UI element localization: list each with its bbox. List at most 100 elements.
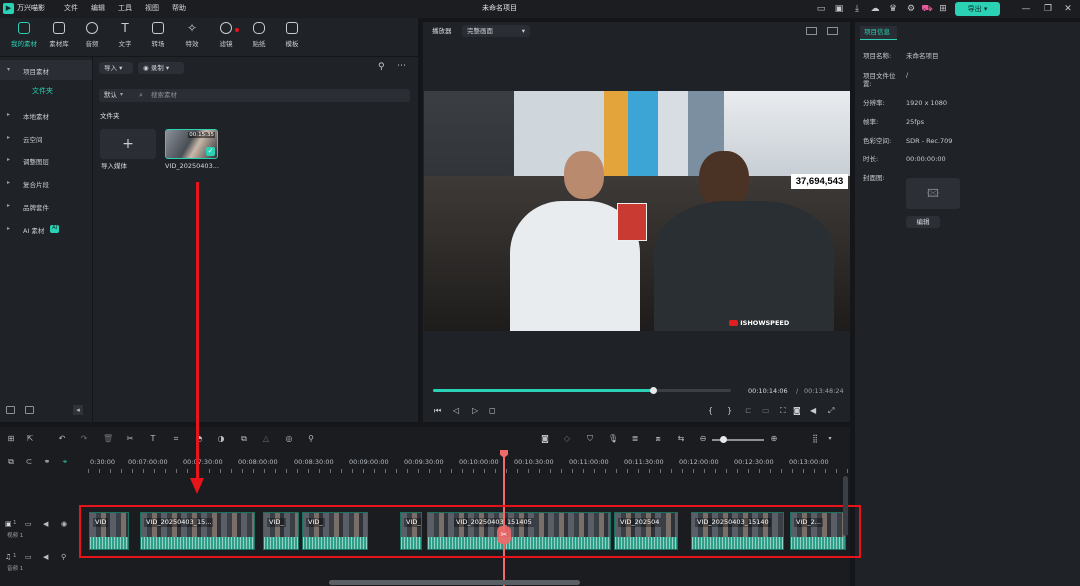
image-icon[interactable]: ▣ — [833, 3, 845, 15]
picture-in-picture-icon[interactable]: ⧈ — [653, 434, 663, 444]
crown-icon[interactable]: ♛ — [887, 3, 899, 15]
import-media-button[interactable]: + — [100, 129, 156, 159]
select-mode-icon[interactable]: ⊞ — [6, 434, 16, 444]
compare-view-icon[interactable] — [806, 27, 817, 35]
collapse-panel-icon[interactable]: ◂ — [73, 405, 83, 415]
ai-tool-icon[interactable]: ◎ — [284, 434, 294, 444]
sidebar-item-project-media[interactable]: ▾ 项目素材 — [0, 60, 92, 80]
volume-icon[interactable]: ◀ — [810, 407, 816, 415]
sidebar-item-cloud[interactable]: ▸ 云空间 — [0, 128, 92, 148]
camera-icon[interactable]: ◙ — [793, 407, 801, 415]
sidebar-item-adjustment[interactable]: ▸ 调整图层 — [0, 150, 92, 170]
cloud-icon[interactable]: ☁ — [869, 3, 881, 15]
insert-icon[interactable]: ⊏ — [745, 407, 752, 415]
zoom-out-icon[interactable]: ⊖ — [698, 434, 708, 444]
track-folder-icon[interactable]: ▭ — [25, 521, 32, 528]
settings-icon[interactable]: ⚙ — [905, 3, 917, 15]
tool-library[interactable]: 素材库 — [45, 22, 73, 54]
replace-icon[interactable]: ⇆ — [676, 434, 686, 444]
sidebar-item-ai[interactable]: ▸ AI 素材 — [0, 219, 92, 239]
track-folder-icon[interactable]: ▭ — [25, 554, 32, 561]
menu-tools[interactable]: 工具 — [118, 5, 132, 12]
sidebar-item-compound[interactable]: ▸ 复合片段 — [0, 173, 92, 193]
render-icon[interactable]: ◙ — [540, 434, 550, 444]
split-icon[interactable]: ✂ — [125, 434, 135, 444]
pointer-icon[interactable]: ⇱ — [25, 434, 35, 444]
new-folder-icon[interactable] — [6, 406, 15, 414]
redo-icon[interactable]: ↷ — [79, 434, 89, 444]
download-icon[interactable]: ⤓ — [851, 3, 863, 15]
microphone-icon[interactable]: 🎙 — [608, 434, 618, 444]
chevron-down-icon[interactable]: ▾ — [825, 434, 835, 444]
more-options-icon[interactable]: ⋯ — [397, 62, 406, 71]
tool-my-media[interactable]: 我的素材 — [10, 22, 38, 54]
grid-icon[interactable]: ⊞ — [937, 3, 949, 15]
snap-icon[interactable]: ⌖ — [60, 457, 70, 467]
sort-dropdown[interactable]: 默认 — [104, 92, 117, 99]
cover-image-placeholder[interactable]: 🖾 — [906, 178, 960, 209]
minimize-icon[interactable]: — — [1020, 3, 1032, 15]
export-button[interactable]: 导出 ▾ — [955, 2, 1000, 16]
filter-icon[interactable]: ⚲ — [378, 63, 385, 72]
mark-icon[interactable]: ◇ — [562, 434, 572, 444]
menu-help[interactable]: 帮助 — [172, 5, 186, 12]
display-icon[interactable]: ▭ — [762, 407, 770, 415]
mask-icon[interactable]: △ — [261, 434, 271, 444]
media-clip-thumbnail[interactable]: 00:15:35 ✓ — [165, 129, 218, 159]
color-icon[interactable]: ◑ — [216, 434, 226, 444]
layout-grid-icon[interactable]: ⣿ — [810, 434, 820, 444]
mark-out-icon[interactable]: } — [727, 407, 732, 415]
record-dropdown[interactable]: ◉ 录制 ▾ — [138, 62, 184, 74]
stop-icon[interactable]: ◻ — [489, 407, 496, 415]
link-clips-icon[interactable]: ⚭ — [42, 457, 52, 467]
maximize-icon[interactable]: ❐ — [1042, 3, 1054, 15]
track-mute-icon[interactable]: ◀ — [43, 521, 48, 528]
add-track-icon[interactable]: ⧉ — [6, 457, 16, 467]
fullscreen-frame-icon[interactable]: ⛶ — [780, 407, 786, 415]
tool-filter[interactable]: 滤镜 — [212, 22, 240, 54]
cart-icon[interactable]: ⛟ — [921, 3, 933, 15]
edit-cover-button[interactable]: 编辑 — [906, 216, 940, 228]
undo-icon[interactable]: ↶ — [57, 434, 67, 444]
tool-audio[interactable]: 音频 — [78, 22, 106, 54]
link-icon[interactable]: ⚲ — [306, 434, 316, 444]
track-visibility-icon[interactable]: ◉ — [61, 521, 67, 528]
tab-project-info[interactable]: 项目信息 — [860, 26, 897, 40]
menu-file[interactable]: 文件 — [64, 5, 78, 12]
snapshot-view-icon[interactable] — [827, 27, 838, 35]
play-icon[interactable]: ▷ — [472, 407, 478, 415]
menu-edit[interactable]: 编辑 — [91, 5, 105, 12]
sidebar-item-brand[interactable]: ▸ 品牌套件 — [0, 196, 92, 216]
crop-icon[interactable]: ⌗ — [171, 434, 181, 444]
copy-icon[interactable]: ⧉ — [239, 434, 249, 444]
timeline-vertical-scrollbar[interactable] — [843, 476, 848, 536]
playback-scrubber-handle[interactable] — [650, 387, 658, 394]
tool-effects[interactable]: ✧ 特效 — [178, 22, 206, 54]
magnet-icon[interactable]: ⊂ — [24, 457, 34, 467]
sidebar-item-folder[interactable]: 文件夹 — [32, 88, 53, 95]
quality-dropdown[interactable]: 完整画面 ▾ — [462, 25, 530, 37]
track-mute-icon[interactable]: ◀ — [43, 554, 48, 561]
list-icon[interactable]: ≣ — [630, 434, 640, 444]
shield-icon[interactable]: ⛉ — [585, 434, 595, 444]
menu-view[interactable]: 视图 — [145, 5, 159, 12]
search-input[interactable]: 搜索素材 — [151, 92, 177, 99]
close-icon[interactable]: ✕ — [1062, 3, 1074, 15]
document-icon[interactable]: ▭ — [815, 3, 827, 15]
text-tool-icon[interactable]: T — [148, 434, 158, 444]
delete-icon[interactable]: 🗑 — [103, 434, 113, 444]
previous-frame-icon[interactable]: ⏮ — [434, 407, 441, 415]
tool-template[interactable]: 模板 — [278, 22, 306, 54]
play-backward-icon[interactable]: ◁ — [453, 407, 459, 415]
zoom-in-icon[interactable]: ⊕ — [769, 434, 779, 444]
import-dropdown[interactable]: 导入 ▾ — [99, 62, 133, 74]
timeline-horizontal-scrollbar[interactable] — [329, 580, 580, 585]
tool-sticker[interactable]: 贴纸 — [245, 22, 273, 54]
expand-icon[interactable]: ⤢ — [828, 407, 834, 415]
folder-icon[interactable] — [25, 406, 34, 414]
sidebar-item-local[interactable]: ▸ 本地素材 — [0, 105, 92, 125]
playback-progress-track[interactable] — [433, 387, 731, 394]
zoom-slider-handle[interactable] — [720, 436, 727, 443]
tool-transition[interactable]: 转场 — [144, 22, 172, 54]
track-link-icon[interactable]: ⚲ — [61, 554, 66, 561]
